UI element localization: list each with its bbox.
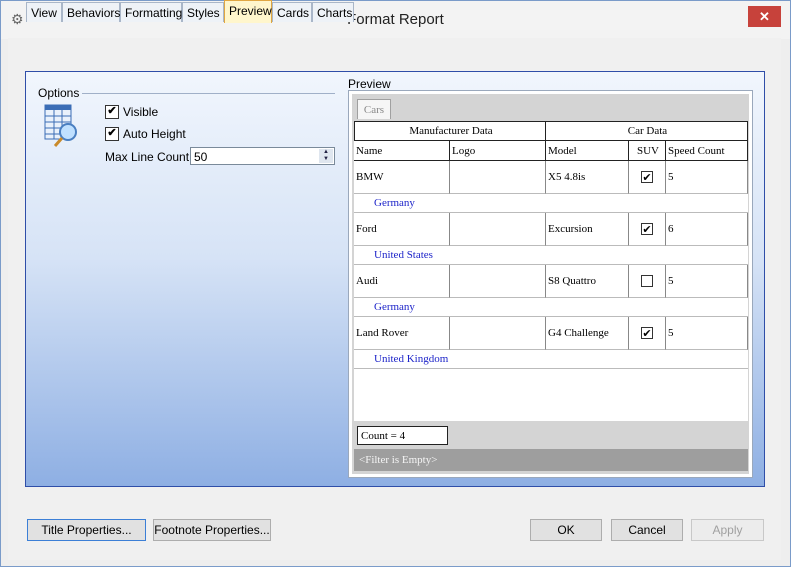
table-row-logo[interactable] bbox=[450, 161, 546, 194]
auto-height-checkbox[interactable]: ✔ bbox=[105, 126, 119, 141]
table-row-logo[interactable] bbox=[450, 317, 546, 350]
auto-height-checkbox-row[interactable]: ✔ Auto Height bbox=[105, 126, 186, 142]
max-line-count-value[interactable]: 50 bbox=[194, 150, 207, 164]
column-header-suv: SUV bbox=[629, 141, 666, 161]
table-row-name[interactable]: BMW bbox=[354, 161, 450, 194]
column-header-logo: Logo bbox=[450, 141, 546, 161]
stepper-up-icon[interactable]: ▲ bbox=[319, 149, 333, 156]
table-row-logo[interactable] bbox=[450, 213, 546, 246]
column-header-name: Name bbox=[354, 141, 450, 161]
footnote-properties-button[interactable]: Footnote Properties... bbox=[153, 519, 271, 541]
apply-button[interactable]: Apply bbox=[691, 519, 764, 541]
tab-behaviors[interactable]: Behaviors bbox=[62, 2, 120, 22]
visible-checkbox[interactable]: ✔ bbox=[105, 104, 119, 119]
table-row-speed-count[interactable]: 5 bbox=[666, 317, 748, 350]
table-row-suv[interactable] bbox=[629, 265, 666, 298]
tab-charts[interactable]: Charts bbox=[312, 2, 354, 22]
auto-height-label: Auto Height bbox=[123, 127, 186, 141]
band-header-car-data: Car Data bbox=[545, 121, 748, 141]
table-row-country: United Kingdom bbox=[354, 350, 748, 369]
table-row-logo[interactable] bbox=[450, 265, 546, 298]
suv-checkbox[interactable]: ✔ bbox=[641, 171, 653, 183]
column-header-speed-count: Speed Count bbox=[666, 141, 748, 161]
table-row-speed-count[interactable]: 6 bbox=[666, 213, 748, 246]
table-row-country: Germany bbox=[354, 194, 748, 213]
filter-status-bar[interactable]: <Filter is Empty> bbox=[354, 449, 748, 471]
table-row-model[interactable]: Excursion bbox=[546, 213, 629, 246]
tab-cards[interactable]: Cards bbox=[272, 2, 312, 22]
stepper-down-icon[interactable]: ▼ bbox=[319, 156, 333, 163]
suv-checkbox[interactable]: ✔ bbox=[641, 223, 653, 235]
table-row-model[interactable]: S8 Quattro bbox=[546, 265, 629, 298]
table-row-suv[interactable]: ✔ bbox=[629, 317, 666, 350]
visible-checkbox-row[interactable]: ✔ Visible bbox=[105, 104, 158, 120]
tab-view[interactable]: View bbox=[26, 2, 62, 22]
title-properties-button[interactable]: Title Properties... bbox=[27, 519, 146, 541]
suv-checkbox[interactable]: ✔ bbox=[641, 327, 653, 339]
table-row-name[interactable]: Audi bbox=[354, 265, 450, 298]
suv-checkbox[interactable] bbox=[641, 275, 653, 287]
table-row-model[interactable]: X5 4.8is bbox=[546, 161, 629, 194]
max-line-count-stepper[interactable]: 50 ▲ ▼ bbox=[190, 147, 335, 165]
preview-grid: Manufacturer Data Car Data Name Logo Mod… bbox=[354, 121, 748, 421]
column-header-model: Model bbox=[546, 141, 629, 161]
options-group-label: Options bbox=[38, 86, 80, 100]
options-divider bbox=[82, 93, 335, 94]
table-row-name[interactable]: Ford bbox=[354, 213, 450, 246]
close-button[interactable]: ✕ bbox=[748, 6, 781, 27]
table-row-country: United States bbox=[354, 246, 748, 265]
grid-search-icon bbox=[44, 104, 77, 147]
table-row-country: Germany bbox=[354, 298, 748, 317]
summary-count: Count = 4 bbox=[357, 426, 448, 445]
tab-styles[interactable]: Styles bbox=[182, 2, 224, 22]
band-header-manufacturer: Manufacturer Data bbox=[354, 121, 546, 141]
table-row-suv[interactable]: ✔ bbox=[629, 161, 666, 194]
tab-formatting[interactable]: Formatting bbox=[120, 2, 182, 22]
table-row-suv[interactable]: ✔ bbox=[629, 213, 666, 246]
table-row-model[interactable]: G4 Challenge bbox=[546, 317, 629, 350]
ok-button[interactable]: OK bbox=[530, 519, 602, 541]
tab-preview[interactable]: Preview bbox=[224, 0, 272, 23]
visible-label: Visible bbox=[123, 105, 159, 119]
table-row-speed-count[interactable]: 5 bbox=[666, 265, 748, 298]
preview-label: Preview bbox=[348, 77, 391, 91]
cancel-button[interactable]: Cancel bbox=[611, 519, 683, 541]
max-line-count-label: Max Line Count: bbox=[105, 150, 193, 164]
grid-tab-cars[interactable]: Cars bbox=[357, 99, 391, 119]
table-row-name[interactable]: Land Rover bbox=[354, 317, 450, 350]
table-row-speed-count[interactable]: 5 bbox=[666, 161, 748, 194]
